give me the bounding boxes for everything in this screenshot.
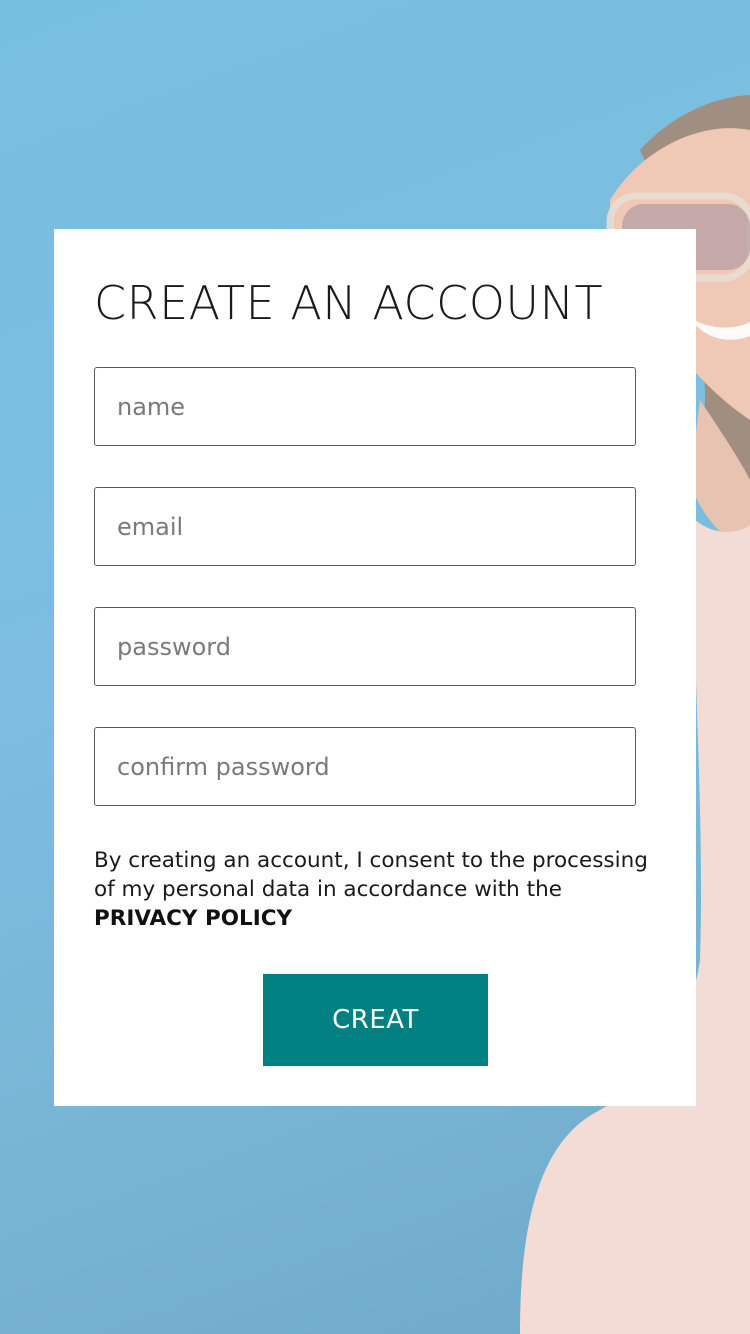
confirm-password-input[interactable] [94, 727, 636, 806]
consent-text: By creating an account, I consent to the… [94, 846, 664, 933]
privacy-policy-link[interactable]: PRIVACY POLICY [94, 906, 292, 931]
create-account-button[interactable]: CREAT [263, 974, 488, 1066]
consent-text-body: By creating an account, I consent to the… [94, 848, 648, 902]
password-input[interactable] [94, 607, 636, 686]
name-input[interactable] [94, 367, 636, 446]
page-title: CREATE AN ACCOUNT [94, 276, 604, 330]
signup-card: CREATE AN ACCOUNT By creating an account… [54, 229, 696, 1106]
email-input[interactable] [94, 487, 636, 566]
